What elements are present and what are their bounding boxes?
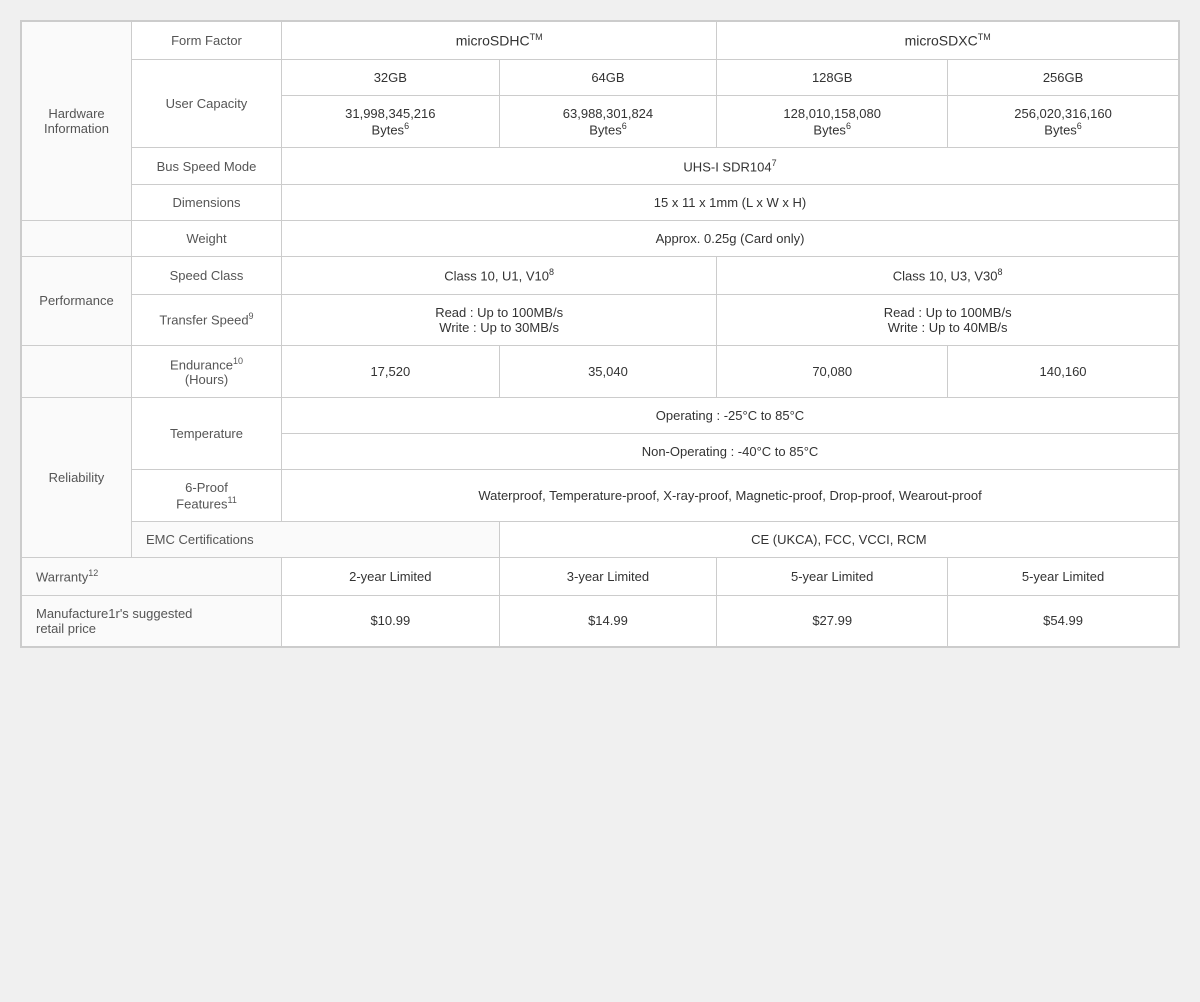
endurance-section-spacer: [22, 345, 132, 397]
temperature-non-operating: Non-Operating : -40°C to 85°C: [282, 433, 1179, 469]
dimensions-label: Dimensions: [132, 185, 282, 221]
warranty-label: Warranty12: [22, 558, 282, 595]
emc-value: CE (UKCA), FCC, VCCI, RCM: [499, 522, 1178, 558]
price-32gb: $10.99: [282, 595, 500, 646]
reliability-section-label: Reliability: [22, 397, 132, 557]
warranty-64gb: 3-year Limited: [499, 558, 717, 595]
six-proof-value: Waterproof, Temperature-proof, X-ray-pro…: [282, 469, 1179, 521]
speed-class-left: Class 10, U1, V108: [282, 257, 717, 294]
emc-label: EMC Certifications: [132, 522, 500, 558]
endurance-32gb: 17,520: [282, 345, 500, 397]
warranty-256gb: 5-year Limited: [948, 558, 1179, 595]
microsdhc-sup: TM: [530, 32, 543, 42]
weight-value: Approx. 0.25g (Card only): [282, 221, 1179, 257]
speed-class-label: Speed Class: [132, 257, 282, 294]
endurance-128gb: 70,080: [717, 345, 948, 397]
transfer-speed-left: Read : Up to 100MB/sWrite : Up to 30MB/s: [282, 294, 717, 345]
form-factor-label: Form Factor: [132, 22, 282, 60]
price-128gb: $27.99: [717, 595, 948, 646]
weight-section-spacer: [22, 221, 132, 257]
microsdxc-sup: TM: [978, 32, 991, 42]
bytes-32gb: 31,998,345,216Bytes6: [282, 95, 500, 147]
transfer-speed-right: Read : Up to 100MB/sWrite : Up to 40MB/s: [717, 294, 1179, 345]
bytes-128gb: 128,010,158,080Bytes6: [717, 95, 948, 147]
endurance-256gb: 140,160: [948, 345, 1179, 397]
bytes-256gb: 256,020,316,160Bytes6: [948, 95, 1179, 147]
bytes-64gb: 63,988,301,824Bytes6: [499, 95, 717, 147]
price-256gb: $54.99: [948, 595, 1179, 646]
price-label: Manufacture1r's suggestedretail price: [22, 595, 282, 646]
size-64gb: 64GB: [499, 59, 717, 95]
user-capacity-label: User Capacity: [132, 59, 282, 147]
warranty-32gb: 2-year Limited: [282, 558, 500, 595]
temperature-label: Temperature: [132, 397, 282, 469]
price-64gb: $14.99: [499, 595, 717, 646]
bus-speed-value: UHS-I SDR1047: [282, 147, 1179, 184]
temperature-operating: Operating : -25°C to 85°C: [282, 397, 1179, 433]
weight-label: Weight: [132, 221, 282, 257]
size-256gb: 256GB: [948, 59, 1179, 95]
microsdxc-label: microSDXCTM: [717, 22, 1179, 60]
performance-section-label: Performance: [22, 257, 132, 345]
specs-table: HardwareInformation Form Factor microSDH…: [20, 20, 1180, 648]
size-32gb: 32GB: [282, 59, 500, 95]
hardware-section-label: HardwareInformation: [22, 22, 132, 221]
six-proof-label: 6-ProofFeatures11: [132, 469, 282, 521]
dimensions-value: 15 x 11 x 1mm (L x W x H): [282, 185, 1179, 221]
bus-speed-label: Bus Speed Mode: [132, 147, 282, 184]
speed-class-right: Class 10, U3, V308: [717, 257, 1179, 294]
size-128gb: 128GB: [717, 59, 948, 95]
endurance-64gb: 35,040: [499, 345, 717, 397]
endurance-label: Endurance10(Hours): [132, 345, 282, 397]
transfer-speed-label: Transfer Speed9: [132, 294, 282, 345]
microsdhc-label: microSDHCTM: [282, 22, 717, 60]
warranty-128gb: 5-year Limited: [717, 558, 948, 595]
